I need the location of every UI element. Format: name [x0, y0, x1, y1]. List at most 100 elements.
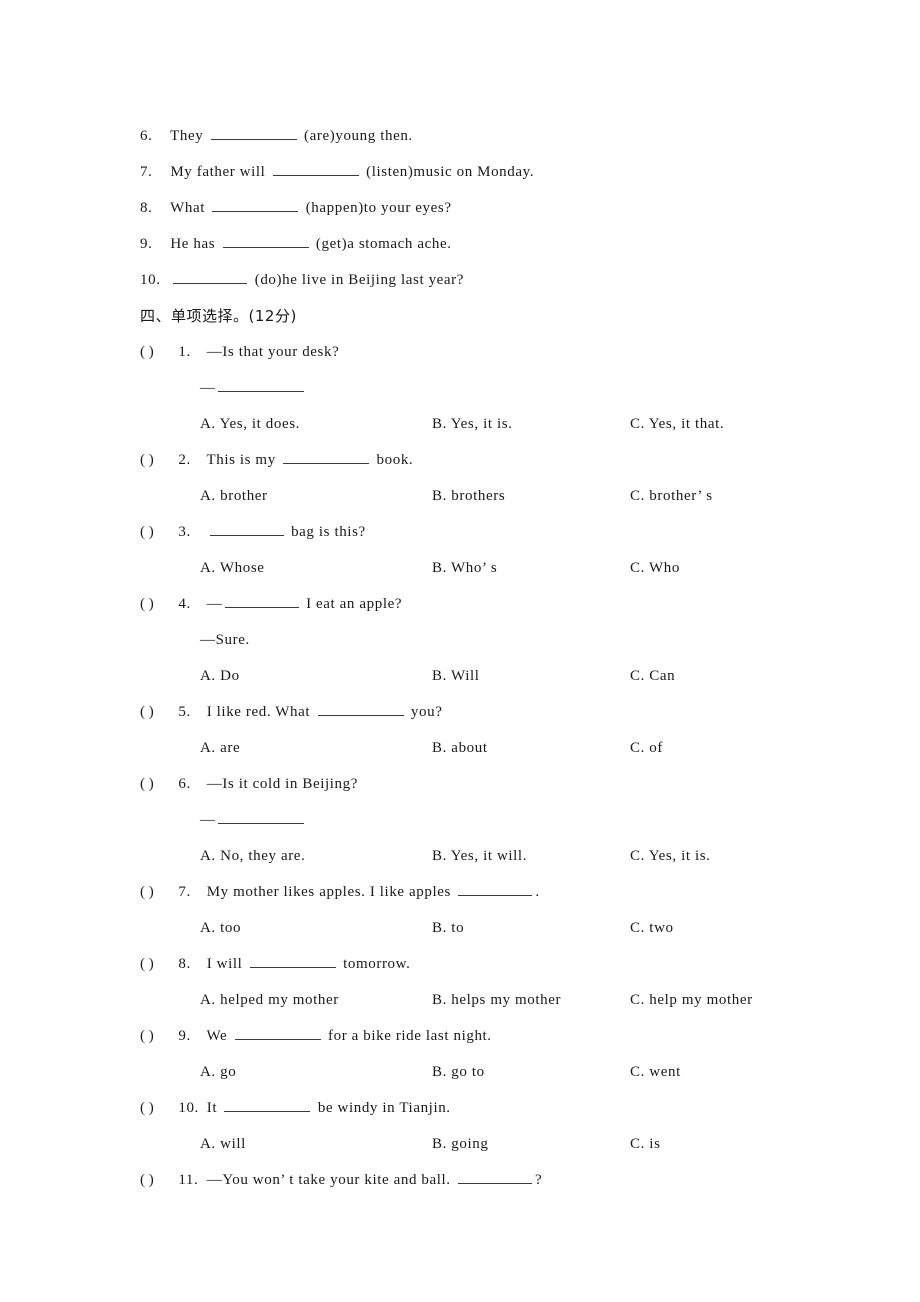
- option-a[interactable]: A. too: [200, 910, 241, 946]
- section-heading: 四、单项选择。(12分): [140, 307, 297, 325]
- question-stem: ( ) 5. I like red. What you?: [140, 694, 880, 730]
- option-c[interactable]: C. is: [630, 1126, 661, 1162]
- question-text-after: I eat an apple?: [306, 596, 403, 612]
- option-c[interactable]: C. Yes, it that.: [630, 406, 724, 442]
- answer-blank[interactable]: [249, 954, 336, 968]
- option-a[interactable]: A. Whose: [200, 550, 265, 586]
- option-b[interactable]: B. Yes, it will.: [432, 838, 527, 874]
- option-c[interactable]: C. help my mother: [630, 982, 753, 1018]
- answer-bracket[interactable]: ( ): [140, 946, 174, 982]
- answer-blank[interactable]: [283, 450, 370, 464]
- fill-item-text-after: (get)a stomach ache.: [315, 236, 452, 252]
- option-c[interactable]: C. brother’ s: [630, 478, 713, 514]
- option-a[interactable]: A. go: [200, 1054, 236, 1090]
- question-number: 9.: [178, 1028, 191, 1044]
- question-stem: ( ) 9. We for a bike ride last night.: [140, 1018, 880, 1054]
- question-number: 4.: [178, 596, 191, 612]
- answer-blank[interactable]: [173, 270, 248, 284]
- option-row: A. are B. about C. of: [140, 730, 880, 766]
- answer-bracket[interactable]: ( ): [140, 586, 174, 622]
- question-text-before: We: [206, 1028, 228, 1044]
- option-b[interactable]: B. Who’ s: [432, 550, 497, 586]
- option-b[interactable]: B. to: [432, 910, 464, 946]
- answer-bracket[interactable]: ( ): [140, 442, 174, 478]
- question-number: 2.: [178, 452, 191, 468]
- option-a[interactable]: A. Do: [200, 658, 240, 694]
- answer-blank[interactable]: [218, 378, 304, 392]
- fill-item-text-after: (are)young then.: [304, 128, 413, 144]
- answer-blank[interactable]: [317, 702, 404, 716]
- question-number: 5.: [178, 704, 191, 720]
- option-c[interactable]: C. Can: [630, 658, 675, 694]
- answer-bracket[interactable]: ( ): [140, 1162, 174, 1198]
- fill-item: 9. He has (get)a stomach ache.: [140, 226, 880, 262]
- question-number: 8.: [178, 956, 191, 972]
- question-stem: ( ) 11. —You won’ t take your kite and b…: [140, 1162, 880, 1198]
- option-a[interactable]: A. brother: [200, 478, 268, 514]
- option-c[interactable]: C. two: [630, 910, 674, 946]
- answer-blank[interactable]: [212, 198, 299, 212]
- option-row: A. Yes, it does. B. Yes, it is. C. Yes, …: [140, 406, 880, 442]
- option-c[interactable]: C. Who: [630, 550, 680, 586]
- answer-blank[interactable]: [272, 162, 359, 176]
- answer-blank[interactable]: [224, 1098, 311, 1112]
- fill-item-text-before: He has: [170, 236, 216, 252]
- fill-item-text-after: (happen)to your eyes?: [305, 200, 452, 216]
- answer-blank[interactable]: [224, 594, 299, 608]
- answer-blank[interactable]: [458, 1170, 533, 1184]
- question-text-after: you?: [410, 704, 443, 720]
- option-row: A. Whose B. Who’ s C. Who: [140, 550, 880, 586]
- option-row: A. No, they are. B. Yes, it will. C. Yes…: [140, 838, 880, 874]
- question-text-before: I will: [206, 956, 243, 972]
- question-stem: ( ) 3. bag is this?: [140, 514, 880, 550]
- option-a[interactable]: A. will: [200, 1126, 246, 1162]
- page-content: 6. They (are)young then. 7. My father wi…: [140, 118, 880, 1198]
- question-number: 3.: [178, 524, 191, 540]
- option-b[interactable]: B. about: [432, 730, 488, 766]
- fill-item: 7. My father will (listen)music on Monda…: [140, 154, 880, 190]
- answer-bracket[interactable]: ( ): [140, 766, 174, 802]
- question-text-after: .: [535, 884, 540, 900]
- answer-bracket[interactable]: ( ): [140, 514, 174, 550]
- answer-blank[interactable]: [218, 810, 304, 824]
- option-b[interactable]: B. go to: [432, 1054, 485, 1090]
- question-text-after: for a bike ride last night.: [328, 1028, 492, 1044]
- answer-blank[interactable]: [210, 126, 297, 140]
- option-a[interactable]: A. are: [200, 730, 240, 766]
- question-stem: ( ) 1. —Is that your desk?: [140, 334, 880, 370]
- answer-blank[interactable]: [222, 234, 309, 248]
- answer-blank[interactable]: [458, 882, 533, 896]
- option-c[interactable]: C. of: [630, 730, 663, 766]
- option-b[interactable]: B. going: [432, 1126, 488, 1162]
- question-number: 1.: [178, 344, 191, 360]
- option-b[interactable]: B. brothers: [432, 478, 505, 514]
- answer-blank[interactable]: [234, 1026, 321, 1040]
- question-text: —Is it cold in Beijing?: [206, 776, 359, 792]
- answer-blank[interactable]: [209, 522, 284, 536]
- question-text-after: book.: [376, 452, 414, 468]
- option-c[interactable]: C. Yes, it is.: [630, 838, 711, 874]
- question-text: —Is that your desk?: [206, 344, 340, 360]
- fill-item: 6. They (are)young then.: [140, 118, 880, 154]
- answer-bracket[interactable]: ( ): [140, 1090, 174, 1126]
- option-a[interactable]: A. Yes, it does.: [200, 406, 300, 442]
- question-stem: ( ) 4. — I eat an apple?: [140, 586, 880, 622]
- option-b[interactable]: B. Will: [432, 658, 480, 694]
- answer-bracket[interactable]: ( ): [140, 874, 174, 910]
- question-text-before: It: [206, 1100, 218, 1116]
- option-c[interactable]: C. went: [630, 1054, 681, 1090]
- option-b[interactable]: B. helps my mother: [432, 982, 561, 1018]
- fill-item-number: 6.: [140, 128, 153, 144]
- fill-item-number: 10.: [140, 272, 161, 288]
- option-b[interactable]: B. Yes, it is.: [432, 406, 513, 442]
- fill-item: 10. (do)he live in Beijing last year?: [140, 262, 880, 298]
- question-continuation: —Sure.: [200, 632, 250, 648]
- answer-bracket[interactable]: ( ): [140, 1018, 174, 1054]
- question-text-after: be windy in Tianjin.: [317, 1100, 451, 1116]
- answer-bracket[interactable]: ( ): [140, 694, 174, 730]
- option-a[interactable]: A. No, they are.: [200, 838, 305, 874]
- option-row: A. too B. to C. two: [140, 910, 880, 946]
- question-number: 10.: [178, 1100, 199, 1116]
- option-a[interactable]: A. helped my mother: [200, 982, 339, 1018]
- answer-bracket[interactable]: ( ): [140, 334, 174, 370]
